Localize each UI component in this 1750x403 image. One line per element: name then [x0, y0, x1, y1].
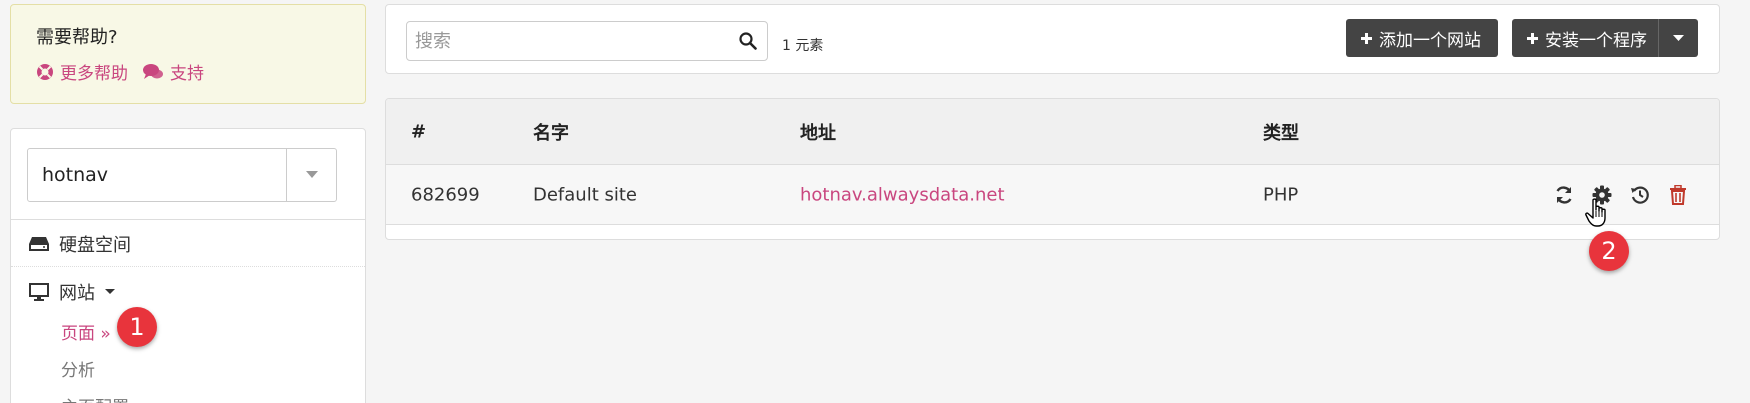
- column-header-type: 类型: [1263, 122, 1299, 144]
- column-header-name: 名字: [533, 122, 569, 144]
- add-site-label: 添加一个网站: [1379, 30, 1481, 51]
- sidebar-item-label: 网站: [59, 283, 95, 304]
- site-type: PHP: [1263, 184, 1299, 205]
- search-box: [406, 21, 768, 61]
- more-help-label: 更多帮助: [60, 64, 128, 84]
- help-title: 需要帮助?: [36, 27, 118, 48]
- sidebar-item-disk[interactable]: 硬盘空间: [29, 231, 131, 257]
- trash-icon: [1670, 184, 1686, 205]
- account-panel: hotnav 硬盘空间 网站 页面 » 分析 主页配置: [10, 128, 366, 403]
- monitor-icon: [29, 283, 49, 301]
- search-input[interactable]: [407, 22, 729, 60]
- column-header-address: 地址: [800, 122, 836, 144]
- account-name: hotnav: [42, 164, 109, 186]
- hand-cursor-icon: [1585, 198, 1606, 227]
- history-icon: [1631, 186, 1649, 204]
- plus-icon: [1361, 32, 1372, 44]
- install-app-button[interactable]: 安装一个程序: [1512, 19, 1698, 57]
- caret-down-icon: [105, 289, 115, 294]
- sidebar-item-sites[interactable]: 网站: [29, 279, 115, 305]
- subnav-analytics[interactable]: 分析: [61, 356, 95, 381]
- site-name: Default site: [533, 184, 638, 205]
- install-app-label: 安装一个程序: [1545, 30, 1647, 51]
- sidebar-item-label: 硬盘空间: [59, 235, 131, 256]
- restart-button[interactable]: [1553, 184, 1575, 206]
- support-label: 支持: [170, 64, 204, 84]
- refresh-icon: [1556, 185, 1572, 204]
- lifebuoy-icon: [37, 63, 53, 80]
- help-box: 需要帮助? 更多帮助 支持: [10, 4, 366, 104]
- delete-button[interactable]: [1667, 184, 1689, 206]
- table-header: # 名字 地址 类型: [386, 99, 1719, 165]
- search-button[interactable]: [729, 22, 767, 60]
- install-app-main[interactable]: 安装一个程序: [1526, 26, 1652, 51]
- site-address-link[interactable]: hotnav.alwaysdata.net: [800, 184, 1005, 205]
- add-site-button[interactable]: 添加一个网站: [1346, 19, 1498, 57]
- install-app-dropdown[interactable]: [1658, 19, 1698, 57]
- sites-table: # 名字 地址 类型 682699 Default site hotnav.al…: [385, 98, 1720, 240]
- column-header-id: #: [411, 121, 427, 142]
- hdd-icon: [29, 237, 49, 251]
- item-count: 1 元素: [782, 38, 824, 54]
- help-links: 更多帮助 支持: [36, 59, 340, 84]
- caret-down-icon: [1673, 34, 1684, 41]
- toolbar: 1 元素 添加一个网站 安装一个程序: [385, 4, 1720, 74]
- account-select[interactable]: hotnav: [27, 148, 337, 202]
- annotation-badge-1: 1: [117, 307, 157, 347]
- account-caret[interactable]: [286, 149, 336, 201]
- more-help-link[interactable]: 更多帮助: [36, 59, 128, 84]
- site-id: 682699: [411, 184, 480, 205]
- table-row: 682699 Default site hotnav.alwaysdata.ne…: [386, 165, 1719, 225]
- annotation-badge-2: 2: [1589, 231, 1629, 271]
- subnav-homepage-config[interactable]: 主页配置: [61, 393, 129, 403]
- comments-icon: [143, 63, 163, 79]
- nav-divider: [11, 266, 365, 267]
- row-actions: [1553, 184, 1689, 206]
- search-icon: [739, 32, 757, 50]
- caret-down-icon: [305, 171, 318, 178]
- plus-icon: [1527, 32, 1538, 44]
- history-button[interactable]: [1629, 184, 1651, 206]
- subnav-pages[interactable]: 页面 »: [61, 319, 111, 344]
- support-link[interactable]: 支持: [142, 59, 204, 84]
- panel-separator: [11, 219, 365, 220]
